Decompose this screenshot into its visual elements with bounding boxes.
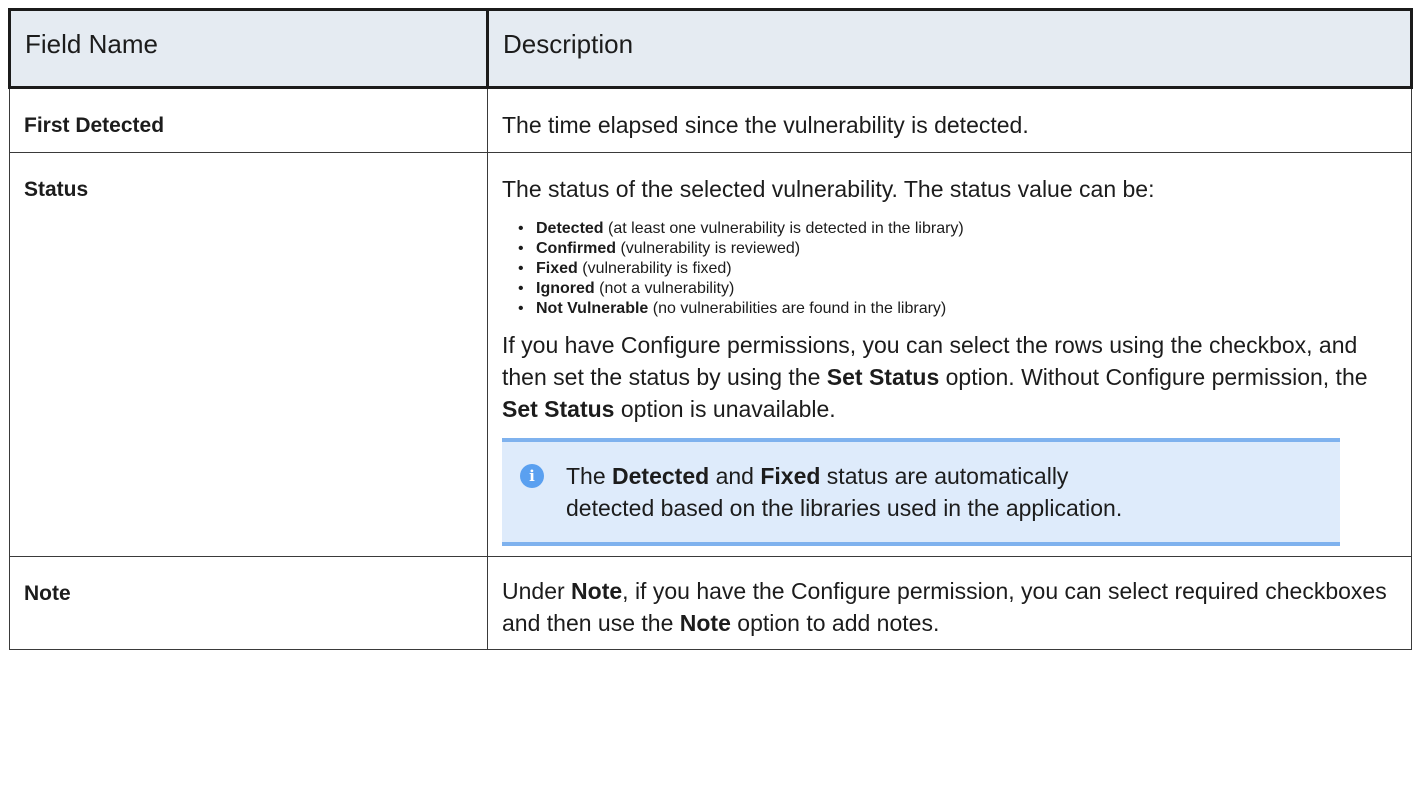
field-description-table: Field Name Description First Detected Th…: [8, 8, 1413, 650]
status-value-name: Not Vulnerable: [536, 300, 649, 317]
status-value-text: (not a vulnerability): [594, 280, 735, 297]
status-intro: The status of the selected vulnerability…: [502, 176, 1155, 202]
list-item: Detected (at least one vulnerability is …: [518, 219, 1397, 239]
info-bold-detected: Detected: [612, 463, 710, 489]
info-icon: i: [520, 464, 544, 488]
description-note: Under Note, if you have the Configure pe…: [487, 556, 1412, 650]
status-value-name: Ignored: [536, 280, 595, 297]
note-text-3: option to add notes.: [730, 610, 940, 636]
page: Field Name Description First Detected Th…: [0, 0, 1416, 793]
description-first-detected: The time elapsed since the vulnerability…: [487, 87, 1412, 153]
info-callout: i The Detected and Fixed status are auto…: [502, 438, 1340, 546]
configure-text-2: option. Without Configure permission, th…: [939, 364, 1368, 390]
list-item: Not Vulnerable (no vulnerabilities are f…: [518, 299, 1397, 319]
info-text-1: The: [566, 463, 613, 489]
note-text-2: , if you have the Configure permission, …: [502, 578, 1387, 636]
field-status: Status: [9, 152, 488, 557]
status-value-text: (at least one vulnerability is detected …: [603, 220, 964, 237]
table-row-first-detected: First Detected The time elapsed since th…: [9, 87, 1412, 153]
table-row-note: Note Under Note, if you have the Configu…: [9, 556, 1412, 650]
status-value-text: (no vulnerabilities are found in the lib…: [648, 300, 947, 317]
status-value-name: Detected: [536, 220, 604, 237]
header-description: Description: [486, 8, 1413, 89]
list-item: Confirmed (vulnerability is reviewed): [518, 239, 1397, 259]
header-field-name: Field Name: [8, 8, 489, 89]
configure-text-3: option is unavailable.: [614, 396, 836, 422]
status-configure-paragraph: If you have Configure permissions, you c…: [502, 329, 1397, 425]
note-bold-2: Note: [679, 610, 731, 636]
description-status: The status of the selected vulnerability…: [487, 152, 1412, 557]
status-value-name: Fixed: [536, 260, 578, 277]
table-header-row: Field Name Description: [8, 8, 1413, 89]
info-bold-fixed: Fixed: [760, 463, 821, 489]
note-text-1: Under: [502, 578, 572, 604]
status-value-name: Confirmed: [536, 240, 616, 257]
field-note: Note: [9, 556, 488, 650]
field-first-detected: First Detected: [9, 87, 488, 153]
status-value-text: (vulnerability is reviewed): [616, 240, 801, 257]
status-values-list: Detected (at least one vulnerability is …: [502, 219, 1397, 319]
status-value-text: (vulnerability is fixed): [577, 260, 732, 277]
set-status-option-label: Set Status: [826, 364, 940, 390]
note-bold-1: Note: [571, 578, 623, 604]
info-callout-text: The Detected and Fixed status are automa…: [566, 460, 1126, 524]
list-item: Fixed (vulnerability is fixed): [518, 259, 1397, 279]
set-status-option-label: Set Status: [502, 396, 615, 422]
list-item: Ignored (not a vulnerability): [518, 279, 1397, 299]
info-text-2: and: [709, 463, 761, 489]
table-row-status: Status The status of the selected vulner…: [9, 152, 1412, 557]
